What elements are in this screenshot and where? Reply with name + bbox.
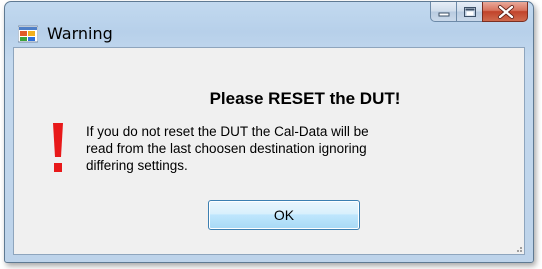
dialog-message: If you do not reset the DUT the Cal-Data… — [86, 124, 369, 173]
maximize-button[interactable] — [456, 2, 482, 22]
window-title: Warning — [47, 24, 113, 43]
close-button[interactable] — [482, 2, 528, 22]
maximize-icon — [464, 7, 476, 17]
warning-window: Warning Please RESET the DUT! If you do … — [4, 1, 534, 263]
windows-form-icon — [18, 25, 38, 43]
minimize-icon — [438, 12, 450, 17]
dialog-heading: Please RESET the DUT! — [209, 89, 401, 108]
close-icon — [498, 5, 514, 19]
ok-button[interactable]: OK — [208, 200, 360, 230]
resize-grip-icon[interactable] — [513, 243, 523, 253]
caption-buttons — [430, 2, 528, 24]
title-bar[interactable]: Warning — [5, 2, 533, 43]
minimize-button[interactable] — [430, 2, 456, 22]
exclamation-icon — [53, 123, 63, 172]
dialog-content: Please RESET the DUT! If you do not rese… — [13, 47, 525, 255]
